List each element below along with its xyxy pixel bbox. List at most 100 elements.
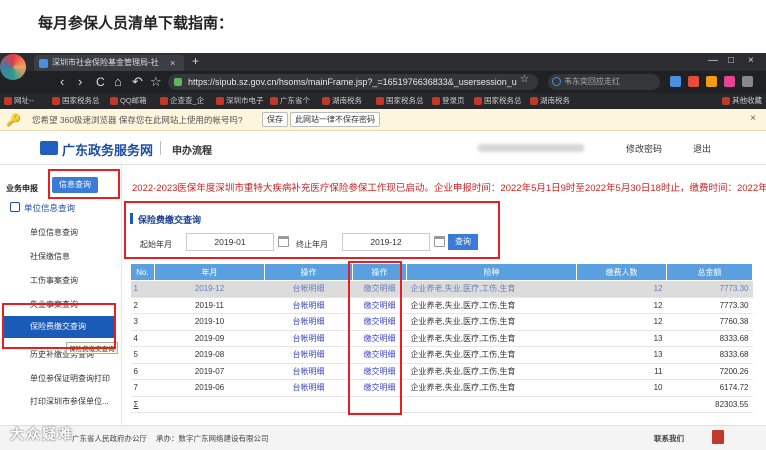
- bookmark-item[interactable]: QQ邮箱: [110, 95, 147, 107]
- table-row[interactable]: 7 2019-06 台帐明细 缴交明细 企业养老,失业,医疗,工伤,生育 10 …: [130, 379, 753, 397]
- ledger-detail-link[interactable]: 台帐明细: [264, 363, 353, 380]
- table-row[interactable]: 5 2019-08 台帐明细 缴交明细 企业养老,失业,医疗,工伤,生育 13 …: [130, 346, 753, 364]
- column-header[interactable]: 年月: [154, 263, 265, 281]
- maximize-icon[interactable]: □: [728, 55, 734, 66]
- site-name[interactable]: 广东政务服务网: [62, 140, 153, 159]
- table-row[interactable]: 4 2019-09 台帐明细 缴交明细 企业养老,失业,医疗,工伤,生育 13 …: [130, 330, 753, 347]
- row-month: 2019-11: [154, 297, 265, 314]
- ledger-detail-link[interactable]: 台帐明细: [264, 346, 353, 364]
- service-label[interactable]: 业务申报: [6, 183, 38, 194]
- sidebar-section-label: 单位信息查询: [24, 203, 76, 213]
- new-tab-icon[interactable]: +: [192, 54, 199, 68]
- insurance-types: 企业养老,失业,医疗,工伤,生育: [406, 313, 577, 331]
- row-number: 4: [130, 330, 155, 347]
- extension-icon[interactable]: [724, 76, 735, 87]
- back-icon[interactable]: ‹: [60, 74, 64, 90]
- undo-icon[interactable]: ↶: [132, 74, 143, 90]
- insurance-types: 企业养老,失业,医疗,工伤,生育: [406, 346, 577, 364]
- never-save-button[interactable]: 此网站一律不保存密码: [290, 112, 380, 127]
- row-number: 2: [130, 297, 155, 314]
- ledger-detail-link[interactable]: 台帐明细: [264, 330, 353, 347]
- bookmark-item[interactable]: 国家税务总: [376, 95, 424, 107]
- ledger-detail-link[interactable]: 台帐明细: [264, 297, 353, 314]
- reload-icon[interactable]: C: [96, 74, 105, 90]
- ledger-detail-link[interactable]: 台帐明细: [264, 280, 353, 298]
- table-row[interactable]: 6 2019-07 台帐明细 缴交明细 企业养老,失业,医疗,工伤,生育 11 …: [130, 363, 753, 380]
- column-header[interactable]: 缴费人数: [576, 263, 667, 281]
- bookmark-item[interactable]: 登录页: [432, 95, 465, 107]
- site-header: 广东政务服务网 申办流程 修改密码 退出: [0, 131, 766, 165]
- column-header: No.: [130, 263, 155, 281]
- page-heading: 每月参保人员清单下载指南：: [38, 14, 234, 32]
- bookmarks-bar: 网址-- 国家税务总 QQ邮箱 企查查_企 深圳市电子 广东省个 湖南税务 国家…: [0, 93, 766, 109]
- sidebar-item-injury[interactable]: 工伤事案查询: [30, 275, 78, 286]
- change-password-link[interactable]: 修改密码: [626, 142, 662, 155]
- bookmark-item[interactable]: 湖南税务: [530, 95, 570, 107]
- url-star-icon[interactable]: ☆: [520, 74, 529, 85]
- watermark: 大众疑难: [10, 426, 74, 442]
- bookmark-item[interactable]: 企查查_企: [160, 95, 204, 107]
- page: 每月参保人员清单下载指南： 深圳市社会保险基金管理局-社 × + — □ × ‹…: [0, 0, 766, 450]
- bookmark-item[interactable]: 网址--: [4, 95, 34, 107]
- row-number: 6: [130, 363, 155, 380]
- insurance-types: 企业养老,失业,医疗,工伤,生育: [406, 363, 577, 380]
- payer-count: 12: [576, 297, 667, 314]
- forward-icon[interactable]: ›: [78, 74, 82, 90]
- bookmark-item[interactable]: 国家税务总: [52, 95, 100, 107]
- payer-count: 11: [576, 363, 667, 380]
- minimize-icon[interactable]: —: [708, 55, 718, 66]
- browser-logo-icon[interactable]: [0, 54, 26, 80]
- sidebar-item-social-security[interactable]: 社保缴信息: [30, 251, 70, 262]
- sidebar-item-unit-info[interactable]: 单位信息查询: [30, 227, 78, 238]
- row-month: 2019-10: [154, 313, 265, 331]
- grand-total: 82303.55: [666, 396, 753, 413]
- ledger-detail-link[interactable]: 台帐明细: [264, 379, 353, 397]
- row-month: 2019-09: [154, 330, 265, 347]
- bookmark-item[interactable]: 湖南税务: [322, 95, 362, 107]
- home-icon[interactable]: ⌂: [114, 74, 122, 90]
- ledger-detail-link[interactable]: 台帐明细: [264, 313, 353, 331]
- bookmarks-folder[interactable]: 其他收藏: [722, 95, 762, 107]
- logout-link[interactable]: 退出: [693, 142, 711, 155]
- sidebar-item-print[interactable]: 打印深圳市参保单位...: [30, 396, 109, 407]
- bookmark-item[interactable]: 国家税务总: [474, 95, 522, 107]
- search-input[interactable]: 韦东奕回应走红: [548, 74, 660, 90]
- close-icon[interactable]: ×: [750, 113, 756, 124]
- menu-icon[interactable]: [742, 76, 753, 87]
- bookmark-star-icon[interactable]: ☆: [150, 74, 162, 90]
- table-row[interactable]: 3 2019-10 台帐明细 缴交明细 企业养老,失业,医疗,工伤,生育 12 …: [130, 313, 753, 331]
- browser-tab[interactable]: 深圳市社会保险基金管理局-社: [34, 55, 184, 71]
- total-amount: 8333.68: [666, 346, 753, 364]
- contact-link[interactable]: 联系我们: [654, 433, 684, 444]
- sidebar-section-title[interactable]: 单位信息查询: [10, 202, 75, 214]
- table-row[interactable]: 1 2019-12 台帐明细 缴交明细 企业养老,失业,医疗,工伤,生育 12 …: [130, 280, 753, 298]
- total-symbol: Σ: [130, 396, 155, 413]
- column-header: 操作: [264, 263, 353, 281]
- row-month: 2019-12: [154, 280, 265, 298]
- column-header: 险种: [406, 263, 577, 281]
- url-input[interactable]: https://sipub.sz.gov.cn/hsoms/mainFrame.…: [168, 74, 538, 90]
- payer-count: 13: [576, 346, 667, 364]
- browser-screenshot: 深圳市社会保险基金管理局-社 × + — □ × ‹ › C ⌂ ↶ ☆ htt…: [0, 53, 766, 450]
- tab-bar: 深圳市社会保险基金管理局-社 × + — □ ×: [0, 53, 766, 71]
- total-amount: 7773.30: [666, 280, 753, 298]
- sidebar-item-certificate[interactable]: 单位参保证明查询打印: [30, 373, 110, 384]
- column-header[interactable]: 总金额: [666, 263, 753, 281]
- extension-icon[interactable]: [706, 76, 717, 87]
- password-prompt: 您希望 360极速浏览器 保存您在此网站上使用的帐号吗?: [32, 115, 243, 125]
- tab-close-icon[interactable]: ×: [170, 55, 175, 71]
- extension-icon[interactable]: [688, 76, 699, 87]
- site-logo-icon: [40, 141, 58, 155]
- save-password-button[interactable]: 保存: [262, 112, 288, 127]
- extension-icon[interactable]: [670, 76, 681, 87]
- bookmark-item[interactable]: 深圳市电子: [216, 95, 264, 107]
- payer-count: 13: [576, 330, 667, 347]
- table-row[interactable]: 2 2019-11 台帐明细 缴交明细 企业养老,失业,医疗,工伤,生育 12 …: [130, 297, 753, 314]
- bookmark-item[interactable]: 广东省个: [270, 95, 310, 107]
- insurance-types: 企业养老,失业,医疗,工伤,生育: [406, 330, 577, 347]
- row-month: 2019-07: [154, 363, 265, 380]
- row-month: 2019-06: [154, 379, 265, 397]
- close-window-icon[interactable]: ×: [748, 55, 754, 66]
- footer-org: 广东省人民政府办公厅: [72, 434, 147, 443]
- highlight-box: [48, 169, 120, 199]
